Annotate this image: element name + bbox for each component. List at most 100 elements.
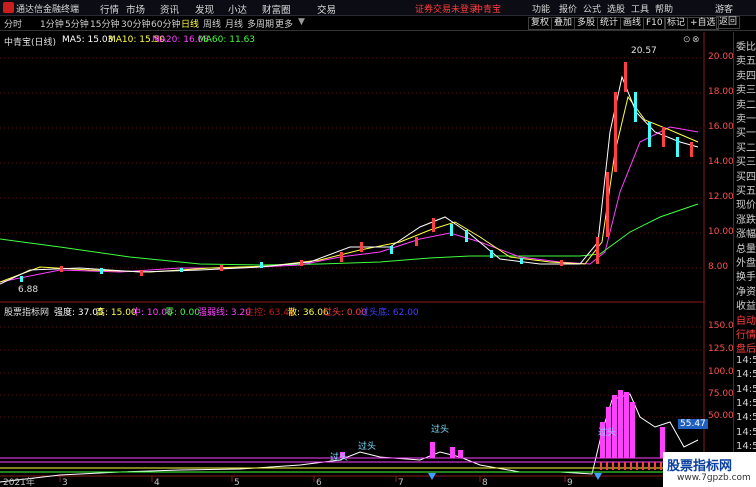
app-title: 通达信金融终端 (16, 5, 80, 15)
period-tab-more[interactable]: 更多 (275, 17, 293, 30)
side-panel-item[interactable]: 卖五 (736, 52, 756, 67)
kline-y-tick: 18.00 (708, 87, 734, 97)
period-tab-multi[interactable]: 多周期 (247, 17, 274, 30)
side-panel-item[interactable]: 换手 (736, 268, 756, 283)
kline-y-tick: 8.00 (708, 262, 729, 272)
indicator-y-tick: 75.00 (708, 389, 734, 399)
chart-area[interactable]: 3 4 5 6 7 8 9 2021年 中青宝(日线) MA5: 15.03 MA10: 15… (0, 32, 708, 487)
menu-item-trade[interactable]: 交易 (317, 2, 336, 16)
app-logo-icon (3, 2, 14, 13)
x-axis-year-label: 2021年 (3, 476, 35, 487)
side-panel-item[interactable]: 14:5 (736, 369, 756, 380)
adjust-button[interactable]: 复权 (528, 17, 553, 30)
side-panel-item[interactable]: 卖四 (736, 67, 756, 82)
side-panel-item[interactable]: 收益 (736, 297, 756, 312)
candlestick (300, 260, 303, 266)
period-toolbar: 分时 1分钟 5分钟 15分钟 30分钟 60分钟 日线 周线 月线 多周期 更… (0, 16, 756, 31)
candlestick (648, 122, 651, 147)
x-axis-month-label: 9 (567, 478, 573, 487)
menu-item-quote[interactable]: 行情 (100, 2, 119, 16)
side-panel-item[interactable]: 涨跌 (736, 211, 756, 226)
candlestick (520, 258, 523, 264)
side-panel-item[interactable]: 买四 (736, 168, 756, 183)
menu-tools[interactable]: 工具 (631, 2, 649, 15)
chart-settings-icon[interactable]: ⊙ (683, 35, 691, 45)
candlestick (596, 237, 599, 264)
menu-bar: 通达信金融终端 行情 市场 资讯 发现 小达 财富圈 交易 证券交易未登录 中青… (0, 0, 756, 16)
period-tab-1min[interactable]: 1分钟 (40, 17, 64, 30)
candlestick (100, 268, 103, 274)
period-tab-weekly[interactable]: 周线 (203, 17, 221, 30)
indicator-signal-tick (642, 462, 644, 470)
side-panel-item[interactable]: 14:5 (736, 398, 756, 409)
menu-item-market[interactable]: 市场 (126, 2, 145, 16)
chart-close-icon[interactable]: ⊗ (692, 35, 700, 45)
period-tab-daily[interactable]: 日线 (181, 17, 199, 30)
side-panel-item[interactable]: 委比 (736, 38, 756, 53)
menu-item-discover[interactable]: 发现 (195, 2, 214, 16)
menu-quote-board[interactable]: 报价 (559, 2, 577, 15)
side-panel-item[interactable]: 14:5 (736, 441, 756, 452)
mark-button[interactable]: 标记 (664, 17, 689, 30)
indicator-bar (430, 442, 435, 458)
period-tab-5min[interactable]: 5分钟 (65, 17, 89, 30)
side-panel-item[interactable]: 卖三 (736, 81, 756, 96)
indicator-signal-tick (654, 462, 656, 470)
period-tab-timeshare[interactable]: 分时 (4, 17, 22, 30)
side-panel-item[interactable]: 14:5 (736, 412, 756, 423)
low-price-mark: 6.88 (18, 285, 39, 295)
period-tab-15min[interactable]: 15分钟 (90, 17, 119, 30)
overhead-annotation-4: 过头 (598, 428, 617, 438)
side-panel-item[interactable]: 外盘 (736, 254, 756, 269)
candlestick (676, 137, 679, 157)
candlestick (180, 268, 183, 272)
side-panel-item[interactable]: 涨幅 (736, 225, 756, 240)
side-panel-item[interactable]: 14:5 (736, 384, 756, 395)
candlestick (20, 276, 23, 282)
side-panel-item[interactable]: 14:5 (736, 355, 756, 366)
menu-stock-select[interactable]: 选股 (607, 2, 625, 15)
menu-item-xiaoda[interactable]: 小达 (228, 2, 247, 16)
candlestick (432, 218, 435, 232)
login-notice[interactable]: 证券交易未登录 (415, 2, 478, 15)
period-tab-30min[interactable]: 30分钟 (121, 17, 150, 30)
kline-y-tick: 16.00 (708, 122, 734, 132)
side-panel-item[interactable]: 自动 (736, 312, 756, 327)
side-panel-item[interactable]: 净资 (736, 283, 756, 298)
back-button[interactable]: 返回 (716, 16, 741, 29)
side-panel-item[interactable]: 买三 (736, 153, 756, 168)
candlestick (614, 92, 617, 172)
f10-button[interactable]: F10 (643, 17, 666, 30)
side-panel-item[interactable]: 买一 (736, 124, 756, 139)
period-tab-60min[interactable]: 60分钟 (151, 17, 180, 30)
indicator-bar (624, 392, 629, 458)
overhead-annotation-1: 过头 (358, 442, 377, 452)
side-panel-item[interactable]: 买二 (736, 139, 756, 154)
more-dropdown-icon[interactable]: ▼ (298, 17, 305, 27)
indicator-zero: 零: 0.00 (165, 308, 200, 318)
side-panel-item[interactable]: 卖一 (736, 110, 756, 125)
indicator-strength-line: 强弱线: 3.20 (198, 308, 251, 318)
indicator-bar (618, 390, 623, 458)
statistics-button[interactable]: 统计 (597, 17, 622, 30)
period-tab-monthly[interactable]: 月线 (225, 17, 243, 30)
menu-item-wealth[interactable]: 财富圈 (262, 2, 291, 16)
multi-stock-button[interactable]: 多股 (574, 17, 599, 30)
side-panel-item[interactable]: 总量 (736, 240, 756, 255)
add-watchlist-button[interactable]: +自选 (687, 17, 719, 30)
menu-function[interactable]: 功能 (532, 2, 550, 15)
side-panel-item[interactable]: 14:5 (736, 427, 756, 438)
side-panel-item[interactable]: 现价 (736, 196, 756, 211)
menu-formula[interactable]: 公式 (583, 2, 601, 15)
menu-help[interactable]: 帮助 (655, 2, 673, 15)
side-panel-item[interactable]: 卖二 (736, 96, 756, 111)
menu-item-news[interactable]: 资讯 (160, 2, 179, 16)
x-axis-month-label: 5 (234, 478, 240, 487)
draw-line-button[interactable]: 画线 (620, 17, 645, 30)
overlay-button[interactable]: 叠加 (551, 17, 576, 30)
side-panel-item[interactable]: 行情 (736, 326, 756, 341)
overhead-annotation-3: 过头 (431, 425, 450, 435)
user-guest[interactable]: 游客 (715, 2, 733, 15)
side-panel-item[interactable]: 盘后 (736, 340, 756, 355)
side-panel-item[interactable]: 买五 (736, 182, 756, 197)
